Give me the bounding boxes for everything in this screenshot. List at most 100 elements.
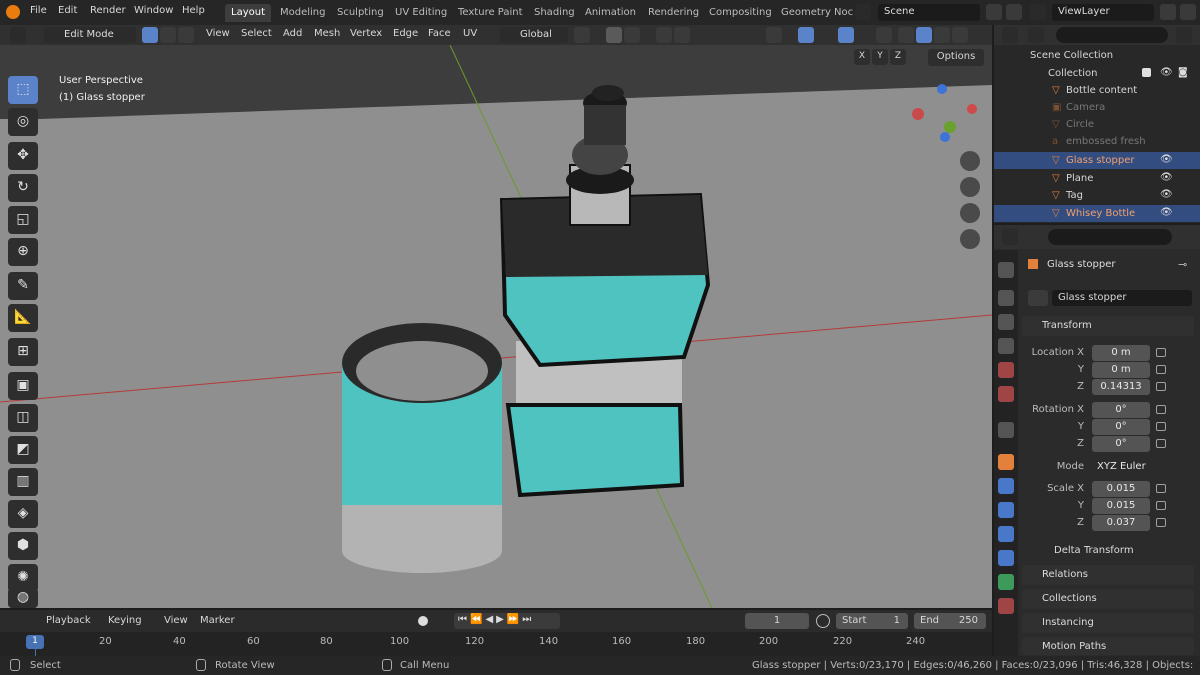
record-icon[interactable] bbox=[418, 616, 428, 626]
move-tool[interactable]: ✥ bbox=[8, 142, 38, 170]
face-select-icon[interactable] bbox=[178, 27, 194, 43]
menu-keying[interactable]: Keying bbox=[108, 615, 142, 626]
menu-help[interactable]: Help bbox=[182, 5, 205, 16]
tab-layout[interactable]: Layout bbox=[225, 4, 271, 22]
eye-icon[interactable]: 👁 bbox=[1160, 172, 1173, 183]
rendered-shading-icon[interactable] bbox=[952, 27, 968, 43]
zoom-icon[interactable] bbox=[960, 151, 980, 171]
object-datablock-icon[interactable] bbox=[1028, 290, 1048, 306]
knife-tool[interactable]: ◈ bbox=[8, 500, 38, 528]
tab-rendering[interactable]: Rendering bbox=[642, 4, 705, 22]
stopwatch-icon[interactable] bbox=[816, 614, 830, 628]
view-layer-tab-icon[interactable] bbox=[998, 338, 1014, 354]
outliner-editor-icon[interactable] bbox=[1002, 27, 1018, 43]
falloff-icon[interactable] bbox=[674, 27, 690, 43]
particles-tab-icon[interactable] bbox=[998, 502, 1014, 518]
extrude-tool[interactable]: ▣ bbox=[8, 372, 38, 400]
menu-edit[interactable]: Edit bbox=[58, 5, 77, 16]
transform-orientation-dropdown[interactable]: Global bbox=[500, 27, 568, 43]
menu-view[interactable]: View bbox=[206, 28, 230, 39]
lock-icon[interactable] bbox=[1156, 382, 1166, 391]
poly-build-tool[interactable]: ⬢ bbox=[8, 532, 38, 560]
physics-tab-icon[interactable] bbox=[998, 526, 1014, 542]
blender-logo-icon[interactable] bbox=[6, 5, 20, 19]
scene-icon[interactable] bbox=[855, 4, 871, 20]
pan-hand-icon[interactable] bbox=[960, 177, 980, 197]
scale-z-field[interactable]: 0.037 bbox=[1092, 515, 1150, 531]
outliner-item[interactable]: ▽ Circle bbox=[994, 116, 1200, 133]
camera-view-icon[interactable] bbox=[960, 203, 980, 223]
viewlayer-icon[interactable] bbox=[1030, 4, 1046, 20]
inset-tool[interactable]: ◫ bbox=[8, 404, 38, 432]
mirror-y-toggle[interactable]: Y bbox=[872, 49, 888, 65]
menu-marker[interactable]: Marker bbox=[200, 615, 235, 626]
3d-viewport[interactable]: User Perspective (1) Glass stopper X Y Z… bbox=[0, 45, 992, 608]
rotation-mode-dropdown[interactable]: XYZ Euler bbox=[1092, 459, 1150, 475]
lock-icon[interactable] bbox=[1156, 484, 1166, 493]
tab-compositing[interactable]: Compositing bbox=[703, 4, 778, 22]
loop-cut-tool[interactable]: ▥ bbox=[8, 468, 38, 496]
object-tab-icon[interactable] bbox=[998, 454, 1014, 470]
measure-tool[interactable]: 📐 bbox=[8, 304, 38, 332]
vertex-select-icon[interactable] bbox=[142, 27, 158, 43]
select-box-tool[interactable]: ⬚ bbox=[8, 76, 38, 104]
delta-transform-section[interactable]: Delta Transform bbox=[1034, 541, 1194, 561]
proportional-edit-icon[interactable] bbox=[656, 27, 672, 43]
editor-type-icon[interactable] bbox=[10, 27, 26, 43]
lock-icon[interactable] bbox=[1156, 365, 1166, 374]
lock-icon[interactable] bbox=[1156, 422, 1166, 431]
eye-icon[interactable]: 👁 bbox=[1160, 189, 1173, 200]
menu-edge[interactable]: Edge bbox=[393, 28, 418, 39]
outliner-search-input[interactable] bbox=[1056, 27, 1168, 43]
playback-controls[interactable]: ⏮⏪◀▶⏩⏭ bbox=[454, 613, 560, 629]
tab-uv-editing[interactable]: UV Editing bbox=[389, 4, 453, 22]
checkbox-icon[interactable] bbox=[1142, 68, 1151, 77]
start-frame-field[interactable]: Start 1 bbox=[836, 613, 908, 629]
rotate-tool[interactable]: ↻ bbox=[8, 174, 38, 202]
output-tab-icon[interactable] bbox=[998, 314, 1014, 330]
scene-tab-icon[interactable] bbox=[998, 362, 1014, 378]
options-dropdown[interactable]: Options bbox=[928, 49, 984, 66]
wireframe-shading-icon[interactable] bbox=[898, 27, 914, 43]
lock-icon[interactable] bbox=[1156, 439, 1166, 448]
world-tab-icon[interactable] bbox=[998, 386, 1014, 402]
collection-tab-icon[interactable] bbox=[998, 422, 1014, 438]
scale-tool[interactable]: ◱ bbox=[8, 206, 38, 234]
menu-window[interactable]: Window bbox=[134, 5, 173, 16]
outliner-item[interactable]: ▽ Glass stopper 👁 bbox=[994, 152, 1200, 169]
xray-icon[interactable] bbox=[876, 27, 892, 43]
solid-shading-icon[interactable] bbox=[916, 27, 932, 43]
gizmo-icon[interactable] bbox=[798, 27, 814, 43]
modifier-tab-icon[interactable] bbox=[998, 478, 1014, 494]
delete-viewlayer-icon[interactable] bbox=[1180, 4, 1196, 20]
display-mode-icon[interactable] bbox=[1028, 27, 1044, 43]
delete-scene-icon[interactable] bbox=[1006, 4, 1022, 20]
lock-icon[interactable] bbox=[1156, 348, 1166, 357]
properties-editor-icon[interactable] bbox=[1002, 229, 1018, 245]
motion-paths-section[interactable]: Motion Paths bbox=[1022, 637, 1194, 655]
outliner-item[interactable]: ▽ Bottle content bbox=[994, 82, 1200, 99]
menu-mesh[interactable]: Mesh bbox=[314, 28, 340, 39]
properties-search-input[interactable] bbox=[1048, 229, 1172, 245]
overlay-icon[interactable] bbox=[838, 27, 854, 43]
object-name-field[interactable]: Glass stopper bbox=[1052, 290, 1192, 306]
tool-tab-icon[interactable] bbox=[998, 262, 1014, 278]
snap-target-icon[interactable] bbox=[624, 27, 640, 43]
menu-face[interactable]: Face bbox=[428, 28, 451, 39]
eye-icon[interactable]: 👁 bbox=[1160, 67, 1173, 78]
scale-x-field[interactable]: 0.015 bbox=[1092, 481, 1150, 497]
material-shading-icon[interactable] bbox=[934, 27, 950, 43]
outliner-item[interactable]: ▣ Camera bbox=[994, 99, 1200, 116]
scene-field[interactable]: Scene bbox=[878, 4, 980, 21]
viewlayer-field[interactable]: ViewLayer bbox=[1052, 4, 1154, 21]
menu-timeline-view[interactable]: View bbox=[164, 615, 188, 626]
menu-playback[interactable]: Playback bbox=[46, 615, 91, 626]
tab-modeling[interactable]: Modeling bbox=[274, 4, 332, 22]
outliner-item[interactable]: ▽ Plane 👁 bbox=[994, 170, 1200, 187]
menu-uv[interactable]: UV bbox=[463, 28, 477, 39]
menu-vertex[interactable]: Vertex bbox=[350, 28, 382, 39]
outliner-item[interactable]: ▽ Whisey Bottle 👁 bbox=[994, 205, 1200, 222]
mirror-x-toggle[interactable]: X bbox=[854, 49, 870, 65]
pin-icon[interactable]: ⊸ bbox=[1178, 258, 1187, 271]
scale-y-field[interactable]: 0.015 bbox=[1092, 498, 1150, 514]
